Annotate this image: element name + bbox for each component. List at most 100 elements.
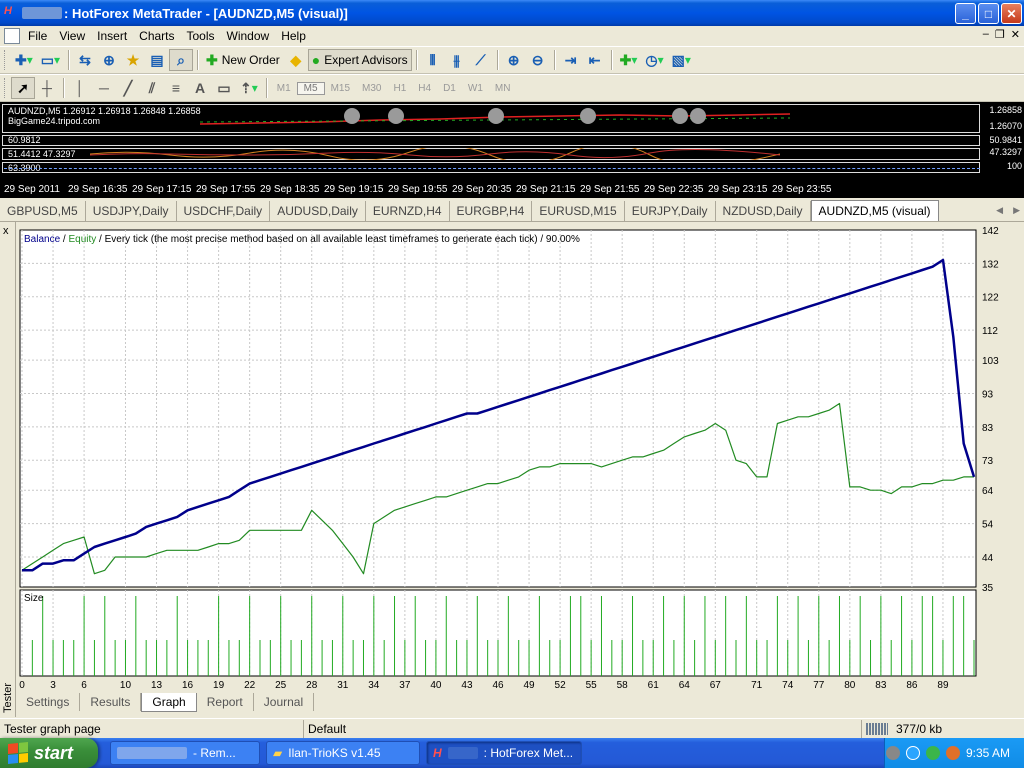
x-tick-label: 37: [399, 680, 411, 691]
close-button[interactable]: ✕: [1001, 3, 1022, 24]
strategy-tester-icon[interactable]: ⌕: [169, 49, 194, 71]
tab-eurjpy[interactable]: EURJPY,Daily: [625, 201, 716, 221]
terminal-icon[interactable]: ▤: [145, 49, 169, 71]
price-chart[interactable]: AUDNZD,M5 1.26912 1.26918 1.26848 1.2685…: [0, 102, 1024, 198]
indicator-pane-1: [2, 135, 980, 146]
network-icon[interactable]: [905, 746, 920, 760]
tab-settings[interactable]: Settings: [16, 693, 81, 711]
expert-advisors-button[interactable]: ● Expert Advisors: [307, 49, 412, 71]
auto-scroll-icon[interactable]: ⇤: [583, 49, 607, 71]
x-tick-label: 10: [120, 680, 132, 691]
market-watch-icon[interactable]: ⇆: [73, 49, 97, 71]
channel-icon[interactable]: ⫽: [140, 77, 164, 99]
task-folder[interactable]: ▰ Ilan-TrioKS v1.45: [266, 741, 420, 765]
time-label: 29 Sep 17:55: [196, 184, 256, 195]
candlestick-icon[interactable]: ⫵: [445, 49, 469, 71]
tab-graph[interactable]: Graph: [141, 693, 197, 712]
toolbar-grip[interactable]: [4, 78, 7, 98]
menu-window[interactable]: Window: [223, 29, 278, 43]
start-button[interactable]: start: [0, 738, 98, 768]
security-icon[interactable]: [925, 746, 940, 760]
y-tick-label: 54: [982, 520, 994, 531]
vertical-line-icon[interactable]: │: [68, 77, 92, 99]
zoom-out-icon[interactable]: ⊖: [526, 49, 550, 71]
tab-scroll-right-icon[interactable]: ▶: [1013, 205, 1020, 216]
mdi-restore-button[interactable]: ❐: [995, 28, 1005, 41]
warning-icon[interactable]: ◆: [284, 49, 308, 71]
legend-slash: /: [60, 234, 68, 245]
document-icon[interactable]: [4, 28, 20, 44]
timeframe-h4[interactable]: H4: [412, 83, 437, 94]
legend-equity: Equity: [68, 234, 96, 245]
menu-file[interactable]: File: [24, 29, 55, 43]
tester-close-icon[interactable]: x: [3, 225, 9, 237]
toolbar-grip[interactable]: [4, 50, 7, 70]
tab-journal[interactable]: Journal: [254, 693, 315, 711]
status-bar: Tester graph page Default 377/0 kb: [0, 718, 1024, 738]
tab-nzdusd[interactable]: NZDUSD,Daily: [716, 201, 811, 221]
templates-icon[interactable]: ▧ ▾: [668, 49, 695, 71]
back-arrow-icon[interactable]: [885, 746, 900, 760]
mdi-minimize-button[interactable]: –: [983, 28, 989, 41]
traffic-value: 377/0 kb: [896, 721, 943, 736]
tab-eurusd[interactable]: EURUSD,M15: [532, 201, 625, 221]
data-window-icon[interactable]: ⊕: [97, 49, 121, 71]
standard-toolbar: ✚ ▾ ▭ ▾ ⇆ ⊕ ★ ▤ ⌕ ✚ New Order ◆ ● Expert Adv…: [0, 46, 1024, 74]
arrows-icon[interactable]: ⇡ ▾: [236, 77, 262, 99]
timeframe-m15[interactable]: M15: [325, 83, 356, 94]
bar-chart-icon[interactable]: ⫴: [421, 49, 445, 71]
text-icon[interactable]: A: [188, 77, 212, 99]
fibonacci-icon[interactable]: ≡: [164, 77, 188, 99]
new-order-button[interactable]: ✚ New Order: [202, 49, 284, 71]
title-bar[interactable]: H : HotForex MetaTrader - [AUDNZD,M5 (vi…: [0, 0, 1024, 26]
chart-shift-icon[interactable]: ⇥: [559, 49, 583, 71]
timeframe-m1[interactable]: M1: [271, 83, 297, 94]
x-tick-label: 28: [306, 680, 318, 691]
trendline-icon[interactable]: ╱: [116, 77, 140, 99]
task-metatrader[interactable]: H : HotForex Met...: [426, 741, 582, 765]
tester-graph[interactable]: 35 44 54 64 73 83 93 103 112 122 132 142 0 3 6 10 13 16 1…: [16, 222, 1024, 692]
indicators-icon[interactable]: ✚ ▾: [616, 49, 642, 71]
tab-eurgbp[interactable]: EURGBP,H4: [450, 201, 533, 221]
minimize-button[interactable]: _: [955, 3, 976, 24]
crosshair-icon[interactable]: ┼: [35, 77, 59, 99]
tab-audusd[interactable]: AUDUSD,Daily: [270, 201, 366, 221]
x-tick-label: 77: [813, 680, 825, 691]
tab-eurnzd[interactable]: EURNZD,H4: [366, 201, 450, 221]
timeframe-mn[interactable]: MN: [489, 83, 517, 94]
tab-report[interactable]: Report: [197, 693, 254, 711]
mdi-close-button[interactable]: ✕: [1011, 28, 1020, 41]
timeframe-m30[interactable]: M30: [356, 83, 387, 94]
menu-charts[interactable]: Charts: [135, 29, 182, 43]
profiles-icon[interactable]: ▭ ▾: [37, 49, 64, 71]
cursor-icon[interactable]: ➚: [11, 77, 35, 99]
navigator-icon[interactable]: ★: [121, 49, 145, 71]
x-tick-label: 3: [50, 680, 56, 691]
timeframe-h1[interactable]: H1: [387, 83, 412, 94]
chart-tabs: GBPUSD,M5 USDJPY,Daily USDCHF,Daily AUDU…: [0, 200, 1024, 222]
new-chart-icon[interactable]: ✚ ▾: [11, 49, 37, 71]
task-remote[interactable]: - Rem...: [110, 741, 260, 765]
tab-usdchf[interactable]: USDCHF,Daily: [177, 201, 271, 221]
tester-panel: x Tester 35 44 54 64 73 83 93 103 112 122 132 142 0…: [0, 222, 1024, 717]
tab-scroll-left-icon[interactable]: ◀: [996, 205, 1003, 216]
menu-help[interactable]: Help: [277, 29, 314, 43]
timeframe-m5[interactable]: M5: [296, 81, 325, 95]
timeframe-w1[interactable]: W1: [462, 83, 489, 94]
tab-results[interactable]: Results: [80, 693, 142, 711]
zoom-in-icon[interactable]: ⊕: [502, 49, 526, 71]
menu-view[interactable]: View: [55, 29, 93, 43]
tab-audnzd-visual[interactable]: AUDNZD,M5 (visual): [810, 200, 939, 221]
line-chart-icon[interactable]: ⟋: [469, 49, 493, 71]
timeframe-d1[interactable]: D1: [437, 83, 462, 94]
text-label-icon[interactable]: ▭: [212, 77, 236, 99]
tab-gbpusd[interactable]: GBPUSD,M5: [0, 201, 86, 221]
menu-tools[interactable]: Tools: [183, 29, 223, 43]
tab-usdjpy[interactable]: USDJPY,Daily: [86, 201, 177, 221]
speaker-icon[interactable]: [945, 746, 960, 760]
menu-insert[interactable]: Insert: [93, 29, 135, 43]
periods-icon[interactable]: ◷ ▾: [641, 49, 667, 71]
maximize-button[interactable]: □: [978, 3, 999, 24]
time-label: 29 Sep 20:35: [452, 184, 512, 195]
horizontal-line-icon[interactable]: ─: [92, 77, 116, 99]
